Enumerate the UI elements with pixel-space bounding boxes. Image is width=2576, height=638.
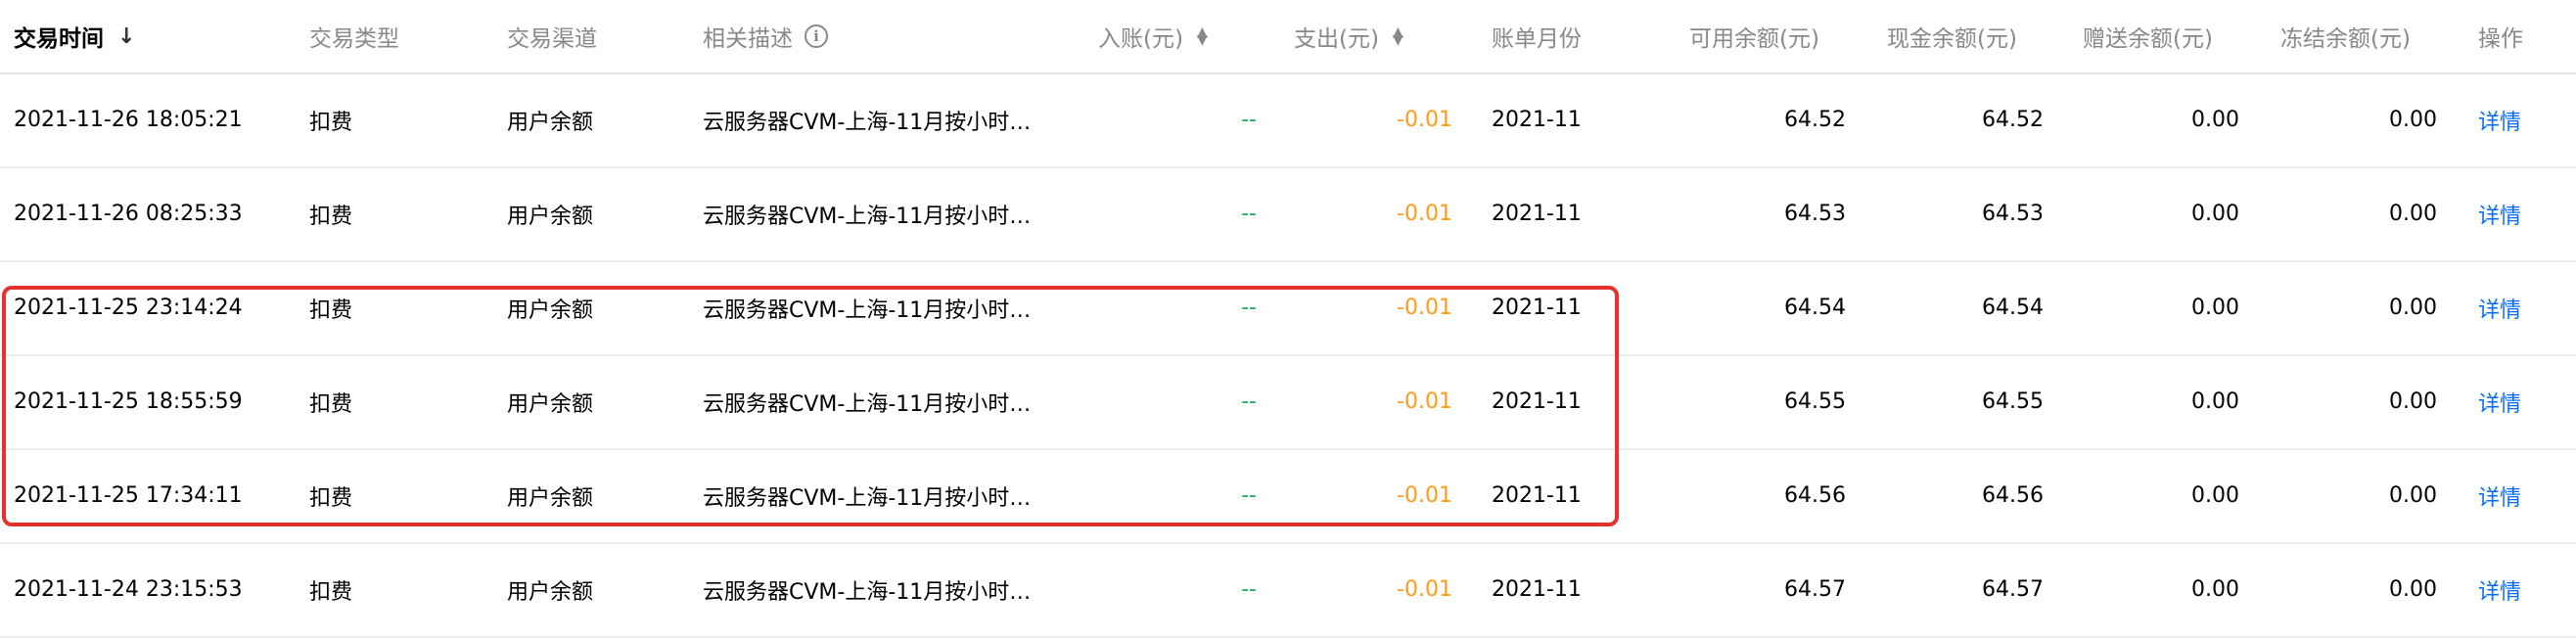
header-income[interactable]: 入账(元) ▲ ▼ [1098,0,1313,72]
cell-gift: 0.00 [2191,296,2239,320]
cell-cash: 64.57 [1982,577,2044,602]
cell-channel: 用户余额 [507,579,594,605]
cell-income: -- [1241,296,1257,320]
header-gift: 赠送余额(元) [2083,26,2213,52]
table-header: 交易时间 ↓ 交易类型 交易渠道 相关描述 i 入账(元) ▲ ▼ 支出(元) ▲… [0,0,2576,74]
cell-expense: -0.01 [1397,389,1452,414]
cell-type: 扣费 [309,391,353,417]
cell-cash: 64.54 [1982,296,2044,320]
cell-cash: 64.52 [1982,108,2044,132]
cell-gift: 0.00 [2191,483,2239,508]
table-row: 2021-11-26 18:05:21 扣费 用户余额 云服务器CVM-上海-1… [0,73,2576,168]
table-row: 2021-11-24 23:15:53 扣费 用户余额 云服务器CVM-上海-1… [0,543,2576,638]
details-link[interactable]: 详情 [2478,261,2566,354]
cell-time: 2021-11-26 08:25:33 [14,202,243,226]
cell-cash: 64.55 [1982,389,2044,414]
sort-updown-icon[interactable]: ▲ ▼ [1393,25,1403,47]
header-income-label: 入账(元) [1098,26,1183,52]
cell-desc[interactable]: 云服务器CVM-上海-11月按小时… [703,73,1065,166]
cell-time: 2021-11-26 18:05:21 [14,108,243,132]
details-link[interactable]: 详情 [2478,355,2566,448]
sort-updown-icon[interactable]: ▲ ▼ [1197,25,1208,47]
cell-gift: 0.00 [2191,577,2239,602]
cell-desc[interactable]: 云服务器CVM-上海-11月按小时… [703,543,1065,636]
cell-frozen: 0.00 [2389,389,2437,414]
cell-income: -- [1241,389,1257,414]
cell-type: 扣费 [309,110,353,135]
cell-type: 扣费 [309,579,353,605]
details-link[interactable]: 详情 [2478,543,2566,636]
cell-cash: 64.56 [1982,483,2044,508]
cell-frozen: 0.00 [2389,108,2437,132]
sort-desc-icon[interactable]: ↓ [117,24,135,49]
header-action: 操作 [2478,26,2523,52]
cell-frozen: 0.00 [2389,483,2437,508]
cell-channel: 用户余额 [507,485,594,511]
cell-desc[interactable]: 云服务器CVM-上海-11月按小时… [703,261,1065,354]
header-expense[interactable]: 支出(元) ▲ ▼ [1294,0,1490,72]
cell-channel: 用户余额 [507,110,594,135]
cell-gift: 0.00 [2191,202,2239,226]
cell-channel: 用户余额 [507,204,594,229]
cell-expense: -0.01 [1397,296,1452,320]
header-expense-label: 支出(元) [1294,26,1379,52]
table-row: 2021-11-25 18:55:59 扣费 用户余额 云服务器CVM-上海-1… [0,355,2576,450]
cell-type: 扣费 [309,485,353,511]
cell-month: 2021-11 [1492,483,1582,508]
cell-type: 扣费 [309,204,353,229]
cell-expense: -0.01 [1397,202,1452,226]
cell-desc[interactable]: 云服务器CVM-上海-11月按小时… [703,167,1065,260]
cell-time: 2021-11-24 23:15:53 [14,577,243,602]
table-row: 2021-11-25 17:34:11 扣费 用户余额 云服务器CVM-上海-1… [0,449,2576,544]
cell-available: 64.54 [1784,296,1846,320]
details-link[interactable]: 详情 [2478,73,2566,166]
header-type: 交易类型 [309,26,399,52]
header-channel: 交易渠道 [507,26,597,52]
cell-month: 2021-11 [1492,202,1582,226]
cell-expense: -0.01 [1397,108,1452,132]
table-row: 2021-11-25 23:14:24 扣费 用户余额 云服务器CVM-上海-1… [0,261,2576,356]
cell-channel: 用户余额 [507,391,594,417]
details-link[interactable]: 详情 [2478,167,2566,260]
header-time-label: 交易时间 [14,26,104,52]
cell-available: 64.56 [1784,483,1846,508]
cell-month: 2021-11 [1492,296,1582,320]
cell-expense: -0.01 [1397,577,1452,602]
header-frozen: 冻结余额(元) [2280,26,2411,52]
cell-frozen: 0.00 [2389,296,2437,320]
header-time[interactable]: 交易时间 ↓ [14,0,268,72]
cell-month: 2021-11 [1492,389,1582,414]
cell-income: -- [1241,577,1257,602]
cell-gift: 0.00 [2191,108,2239,132]
header-desc-label: 相关描述 [703,26,793,52]
cell-available: 64.57 [1784,577,1846,602]
cell-income: -- [1241,483,1257,508]
table-row: 2021-11-26 08:25:33 扣费 用户余额 云服务器CVM-上海-1… [0,167,2576,262]
cell-income: -- [1241,202,1257,226]
cell-month: 2021-11 [1492,108,1582,132]
header-cash: 现金余额(元) [1887,26,2017,52]
cell-desc[interactable]: 云服务器CVM-上海-11月按小时… [703,355,1065,448]
cell-type: 扣费 [309,297,353,323]
info-icon[interactable]: i [805,24,828,48]
cell-time: 2021-11-25 17:34:11 [14,483,243,508]
cell-available: 64.55 [1784,389,1846,414]
cell-gift: 0.00 [2191,389,2239,414]
cell-time: 2021-11-25 18:55:59 [14,389,243,414]
cell-frozen: 0.00 [2389,202,2437,226]
cell-frozen: 0.00 [2389,577,2437,602]
header-desc: 相关描述 i [703,0,957,72]
cell-available: 64.53 [1784,202,1846,226]
cell-month: 2021-11 [1492,577,1582,602]
cell-channel: 用户余额 [507,297,594,323]
header-month: 账单月份 [1492,26,1582,52]
cell-expense: -0.01 [1397,483,1452,508]
cell-desc[interactable]: 云服务器CVM-上海-11月按小时… [703,449,1065,542]
cell-cash: 64.53 [1982,202,2044,226]
details-link[interactable]: 详情 [2478,449,2566,542]
cell-available: 64.52 [1784,108,1846,132]
cell-income: -- [1241,108,1257,132]
cell-time: 2021-11-25 23:14:24 [14,296,243,320]
